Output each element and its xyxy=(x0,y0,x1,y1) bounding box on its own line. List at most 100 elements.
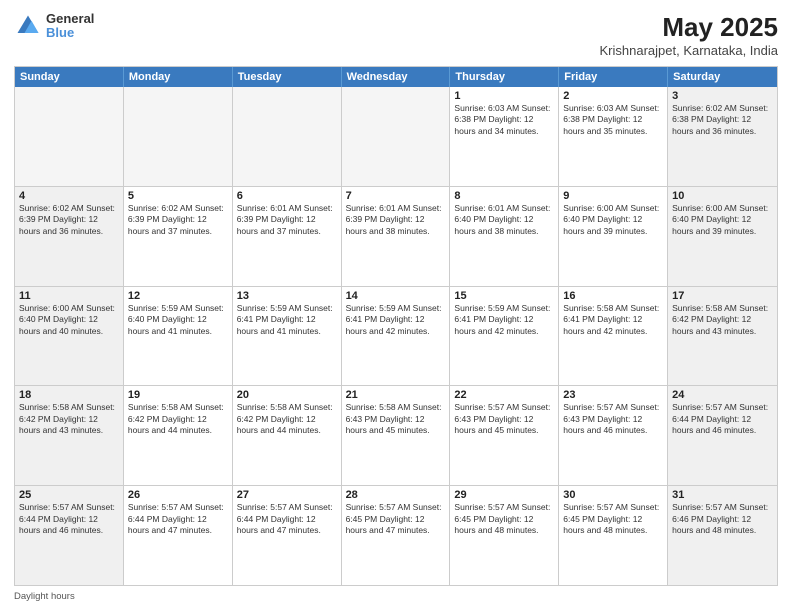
day-info: Sunrise: 6:01 AM Sunset: 6:40 PM Dayligh… xyxy=(454,203,554,237)
calendar-cell: 13Sunrise: 5:59 AM Sunset: 6:41 PM Dayli… xyxy=(233,287,342,386)
logo-text: General Blue xyxy=(46,12,94,41)
day-info: Sunrise: 6:03 AM Sunset: 6:38 PM Dayligh… xyxy=(454,103,554,137)
calendar-cell: 21Sunrise: 5:58 AM Sunset: 6:43 PM Dayli… xyxy=(342,386,451,485)
day-number: 11 xyxy=(19,290,119,302)
logo-line1: General xyxy=(46,12,94,26)
footer: Daylight hours xyxy=(14,591,778,602)
calendar-cell xyxy=(342,87,451,186)
footer-label: Daylight hours xyxy=(14,591,75,602)
calendar-cell: 12Sunrise: 5:59 AM Sunset: 6:40 PM Dayli… xyxy=(124,287,233,386)
calendar-cell: 5Sunrise: 6:02 AM Sunset: 6:39 PM Daylig… xyxy=(124,187,233,286)
day-info: Sunrise: 6:01 AM Sunset: 6:39 PM Dayligh… xyxy=(237,203,337,237)
calendar-cell: 18Sunrise: 5:58 AM Sunset: 6:42 PM Dayli… xyxy=(15,386,124,485)
day-info: Sunrise: 5:59 AM Sunset: 6:41 PM Dayligh… xyxy=(454,303,554,337)
logo-line2: Blue xyxy=(46,26,94,40)
day-number: 12 xyxy=(128,290,228,302)
page-subtitle: Krishnarajpet, Karnataka, India xyxy=(600,43,779,58)
day-info: Sunrise: 5:58 AM Sunset: 6:43 PM Dayligh… xyxy=(346,402,446,436)
day-info: Sunrise: 6:01 AM Sunset: 6:39 PM Dayligh… xyxy=(346,203,446,237)
day-number: 25 xyxy=(19,489,119,501)
day-number: 26 xyxy=(128,489,228,501)
day-info: Sunrise: 5:57 AM Sunset: 6:45 PM Dayligh… xyxy=(346,502,446,536)
day-number: 9 xyxy=(563,190,663,202)
day-info: Sunrise: 5:59 AM Sunset: 6:41 PM Dayligh… xyxy=(346,303,446,337)
calendar-cell: 11Sunrise: 6:00 AM Sunset: 6:40 PM Dayli… xyxy=(15,287,124,386)
calendar-cell: 26Sunrise: 5:57 AM Sunset: 6:44 PM Dayli… xyxy=(124,486,233,585)
day-number: 24 xyxy=(672,389,773,401)
day-number: 7 xyxy=(346,190,446,202)
logo: General Blue xyxy=(14,12,94,41)
page: General Blue May 2025 Krishnarajpet, Kar… xyxy=(0,0,792,612)
weekday-header: Wednesday xyxy=(342,67,451,87)
day-info: Sunrise: 5:58 AM Sunset: 6:42 PM Dayligh… xyxy=(128,402,228,436)
calendar-body: 1Sunrise: 6:03 AM Sunset: 6:38 PM Daylig… xyxy=(15,87,777,585)
calendar-cell: 31Sunrise: 5:57 AM Sunset: 6:46 PM Dayli… xyxy=(668,486,777,585)
day-number: 20 xyxy=(237,389,337,401)
day-info: Sunrise: 5:57 AM Sunset: 6:45 PM Dayligh… xyxy=(563,502,663,536)
calendar-cell: 15Sunrise: 5:59 AM Sunset: 6:41 PM Dayli… xyxy=(450,287,559,386)
calendar-cell: 28Sunrise: 5:57 AM Sunset: 6:45 PM Dayli… xyxy=(342,486,451,585)
calendar-week-row: 1Sunrise: 6:03 AM Sunset: 6:38 PM Daylig… xyxy=(15,87,777,186)
header: General Blue May 2025 Krishnarajpet, Kar… xyxy=(14,12,778,58)
day-info: Sunrise: 5:57 AM Sunset: 6:44 PM Dayligh… xyxy=(237,502,337,536)
day-number: 23 xyxy=(563,389,663,401)
day-number: 6 xyxy=(237,190,337,202)
day-number: 14 xyxy=(346,290,446,302)
page-title: May 2025 xyxy=(600,12,779,43)
calendar-cell: 6Sunrise: 6:01 AM Sunset: 6:39 PM Daylig… xyxy=(233,187,342,286)
day-info: Sunrise: 6:00 AM Sunset: 6:40 PM Dayligh… xyxy=(19,303,119,337)
weekday-header: Friday xyxy=(559,67,668,87)
calendar-cell xyxy=(15,87,124,186)
day-info: Sunrise: 5:59 AM Sunset: 6:41 PM Dayligh… xyxy=(237,303,337,337)
day-number: 28 xyxy=(346,489,446,501)
calendar-week-row: 11Sunrise: 6:00 AM Sunset: 6:40 PM Dayli… xyxy=(15,286,777,386)
day-info: Sunrise: 5:58 AM Sunset: 6:42 PM Dayligh… xyxy=(19,402,119,436)
calendar-header: SundayMondayTuesdayWednesdayThursdayFrid… xyxy=(15,67,777,87)
day-info: Sunrise: 6:03 AM Sunset: 6:38 PM Dayligh… xyxy=(563,103,663,137)
day-number: 16 xyxy=(563,290,663,302)
weekday-header: Monday xyxy=(124,67,233,87)
day-number: 21 xyxy=(346,389,446,401)
calendar-cell: 23Sunrise: 5:57 AM Sunset: 6:43 PM Dayli… xyxy=(559,386,668,485)
day-info: Sunrise: 5:57 AM Sunset: 6:45 PM Dayligh… xyxy=(454,502,554,536)
day-number: 2 xyxy=(563,90,663,102)
day-info: Sunrise: 5:58 AM Sunset: 6:42 PM Dayligh… xyxy=(237,402,337,436)
calendar-cell: 14Sunrise: 5:59 AM Sunset: 6:41 PM Dayli… xyxy=(342,287,451,386)
day-info: Sunrise: 5:57 AM Sunset: 6:46 PM Dayligh… xyxy=(672,502,773,536)
day-number: 17 xyxy=(672,290,773,302)
day-number: 31 xyxy=(672,489,773,501)
weekday-header: Saturday xyxy=(668,67,777,87)
day-info: Sunrise: 6:02 AM Sunset: 6:38 PM Dayligh… xyxy=(672,103,773,137)
day-info: Sunrise: 5:57 AM Sunset: 6:44 PM Dayligh… xyxy=(19,502,119,536)
calendar: SundayMondayTuesdayWednesdayThursdayFrid… xyxy=(14,66,778,586)
calendar-cell: 8Sunrise: 6:01 AM Sunset: 6:40 PM Daylig… xyxy=(450,187,559,286)
day-info: Sunrise: 6:00 AM Sunset: 6:40 PM Dayligh… xyxy=(563,203,663,237)
calendar-week-row: 18Sunrise: 5:58 AM Sunset: 6:42 PM Dayli… xyxy=(15,385,777,485)
day-info: Sunrise: 5:59 AM Sunset: 6:40 PM Dayligh… xyxy=(128,303,228,337)
day-info: Sunrise: 5:57 AM Sunset: 6:43 PM Dayligh… xyxy=(563,402,663,436)
calendar-cell: 30Sunrise: 5:57 AM Sunset: 6:45 PM Dayli… xyxy=(559,486,668,585)
calendar-cell: 27Sunrise: 5:57 AM Sunset: 6:44 PM Dayli… xyxy=(233,486,342,585)
day-info: Sunrise: 5:57 AM Sunset: 6:44 PM Dayligh… xyxy=(128,502,228,536)
day-number: 18 xyxy=(19,389,119,401)
day-info: Sunrise: 6:02 AM Sunset: 6:39 PM Dayligh… xyxy=(19,203,119,237)
calendar-cell: 24Sunrise: 5:57 AM Sunset: 6:44 PM Dayli… xyxy=(668,386,777,485)
calendar-cell: 19Sunrise: 5:58 AM Sunset: 6:42 PM Dayli… xyxy=(124,386,233,485)
calendar-cell: 2Sunrise: 6:03 AM Sunset: 6:38 PM Daylig… xyxy=(559,87,668,186)
calendar-cell: 17Sunrise: 5:58 AM Sunset: 6:42 PM Dayli… xyxy=(668,287,777,386)
day-info: Sunrise: 5:57 AM Sunset: 6:43 PM Dayligh… xyxy=(454,402,554,436)
day-number: 1 xyxy=(454,90,554,102)
calendar-cell: 1Sunrise: 6:03 AM Sunset: 6:38 PM Daylig… xyxy=(450,87,559,186)
day-number: 19 xyxy=(128,389,228,401)
day-info: Sunrise: 5:57 AM Sunset: 6:44 PM Dayligh… xyxy=(672,402,773,436)
weekday-header: Tuesday xyxy=(233,67,342,87)
calendar-week-row: 4Sunrise: 6:02 AM Sunset: 6:39 PM Daylig… xyxy=(15,186,777,286)
day-number: 30 xyxy=(563,489,663,501)
calendar-week-row: 25Sunrise: 5:57 AM Sunset: 6:44 PM Dayli… xyxy=(15,485,777,585)
day-info: Sunrise: 6:00 AM Sunset: 6:40 PM Dayligh… xyxy=(672,203,773,237)
day-number: 29 xyxy=(454,489,554,501)
calendar-cell: 29Sunrise: 5:57 AM Sunset: 6:45 PM Dayli… xyxy=(450,486,559,585)
calendar-cell xyxy=(124,87,233,186)
calendar-cell: 9Sunrise: 6:00 AM Sunset: 6:40 PM Daylig… xyxy=(559,187,668,286)
weekday-header: Sunday xyxy=(15,67,124,87)
